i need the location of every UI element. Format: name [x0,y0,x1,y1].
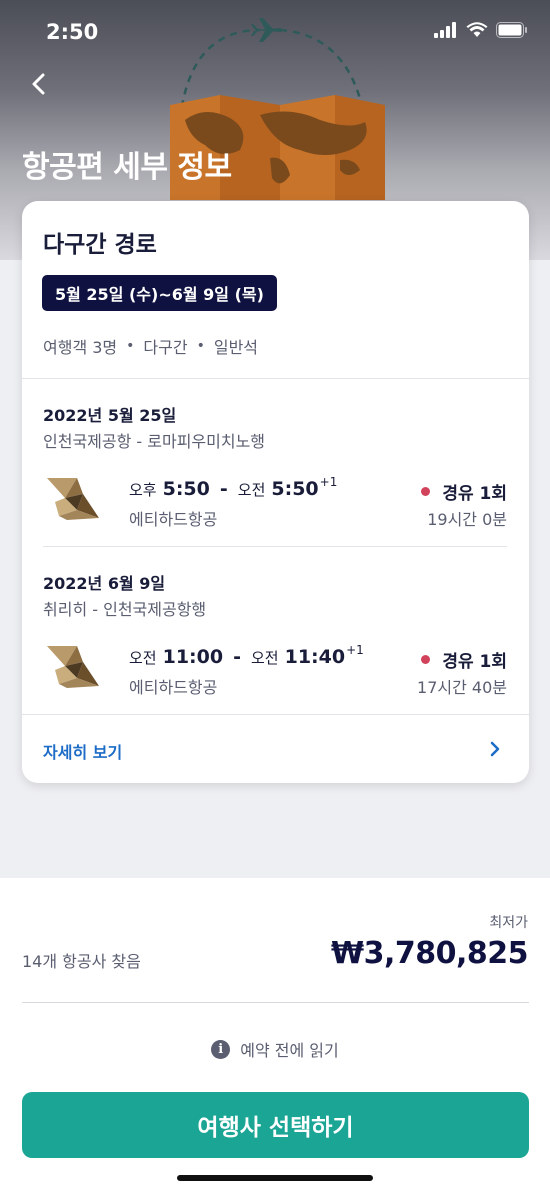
meta-separator: • [196,338,205,354]
divider [22,378,529,379]
meta-separator: • [126,338,135,354]
depart-ampm: 오전 [129,649,157,667]
trip-type: 다구간 [143,338,188,357]
status-bar: 2:50 [0,0,550,66]
depart-ampm: 오후 [129,481,157,499]
leg-date: 2022년 5월 25일 [43,406,177,425]
flight-leg[interactable]: 2022년 6월 9일 취리히 - 인천국제공항행 오전 11:00 - 오전 … [43,570,507,710]
route-type-title: 다구간 경로 [43,232,157,258]
divider [43,546,507,547]
view-details-link[interactable]: 자세히 보기 [22,715,529,783]
battery-icon [496,22,527,38]
leg-route: 취리히 - 인천국제공항행 [43,600,207,619]
etihad-logo-icon [47,478,99,520]
flight-times: 오전 11:00 - 오전 11:40 +1 [129,643,364,668]
signal-icon [434,22,456,38]
view-details-label: 자세히 보기 [43,743,123,762]
flight-details-card: 다구간 경로 5월 25일 (수)~6월 9일 (목) 여행객 3명 • 다구간… [22,201,529,783]
depart-time: 11:00 [162,646,224,668]
airline-name: 에티하드항공 [129,510,218,529]
chevron-right-icon [490,741,500,757]
arrive-ampm: 오전 [250,649,279,667]
read-before-booking-label: 예약 전에 읽기 [240,1041,339,1060]
day-offset: +1 [346,643,364,657]
leg-date: 2022년 6월 9일 [43,574,166,593]
stop-dot-icon [421,487,431,496]
lowest-price-label: 최저가 [489,915,528,931]
stops-label: 경유 1회 [442,652,507,672]
status-time: 2:50 [46,20,99,44]
wifi-icon [466,22,488,37]
arrive-time: 5:50 [271,478,319,500]
airlines-found: 14개 항공사 찾음 [22,952,141,971]
flight-duration: 17시간 40분 [417,678,507,697]
select-agency-button[interactable]: 여행사 선택하기 [22,1092,529,1158]
time-separator: - [219,478,228,500]
home-indicator [177,1175,373,1181]
price-total: ₩3,780,825 [330,936,529,971]
time-separator: - [233,646,241,668]
stops-info: 경유 1회 [421,647,507,672]
chevron-left-icon [32,73,45,95]
airline-name: 에티하드항공 [129,678,218,697]
stop-dot-icon [421,655,431,664]
cabin-class: 일반석 [213,338,259,357]
trip-meta: 여행객 3명 • 다구간 • 일반석 [43,334,258,358]
depart-time: 5:50 [162,478,210,500]
stops-label: 경유 1회 [442,484,507,504]
stops-info: 경유 1회 [421,479,507,504]
leg-route: 인천국제공항 - 로마피우미치노행 [43,432,266,451]
arrive-time: 11:40 [284,646,346,668]
day-offset: +1 [319,475,338,489]
travelers-count: 여행객 3명 [43,338,118,357]
info-icon: i [211,1039,231,1059]
booking-footer: 최저가 14개 항공사 찾음 ₩3,780,825 i 예약 전에 읽기 여행사… [0,878,550,1190]
read-before-booking-link[interactable]: i 예약 전에 읽기 [0,1037,550,1061]
status-icons [434,22,528,38]
flight-leg[interactable]: 2022년 5월 25일 인천국제공항 - 로마피우미치노행 오후 5:50 -… [43,402,507,542]
flight-duration: 19시간 0분 [427,510,507,529]
page-title: 항공편 세부 정보 [22,150,232,185]
flight-times: 오후 5:50 - 오전 5:50 +1 [129,475,338,500]
arrive-ampm: 오전 [237,481,266,499]
back-button[interactable] [22,66,58,102]
date-range-badge: 5월 25일 (수)~6월 9일 (목) [42,275,277,311]
etihad-logo-icon [47,646,99,688]
divider [22,1002,529,1003]
